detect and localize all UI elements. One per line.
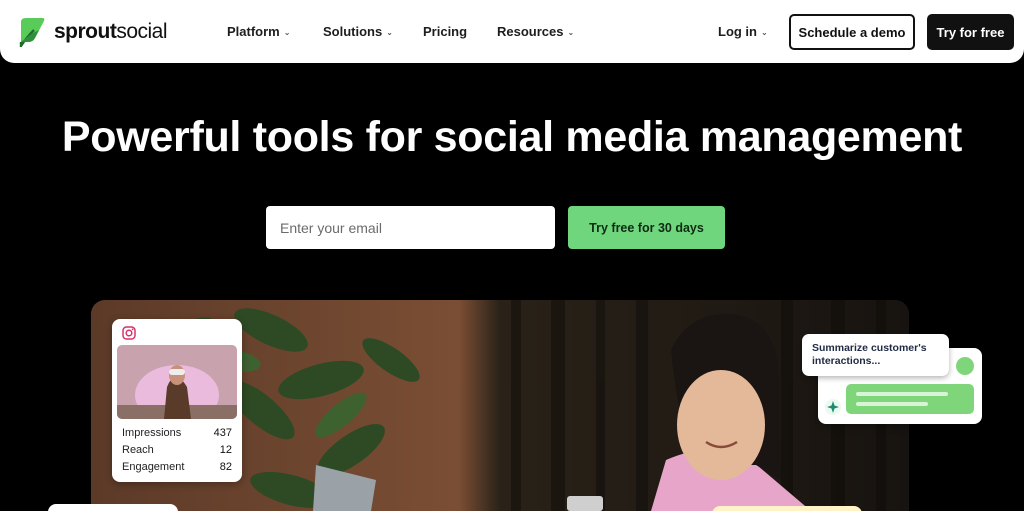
schedule-demo-button[interactable]: Schedule a demo (789, 14, 915, 50)
bottom-card-edge (48, 504, 178, 511)
nav-resources[interactable]: Resources ⌄ (497, 24, 574, 39)
bottom-card-edge (712, 506, 862, 511)
nav-platform-label: Platform (227, 24, 280, 39)
try-free-30-days-button[interactable]: Try free for 30 days (568, 206, 725, 249)
try-for-free-button[interactable]: Try for free (927, 14, 1014, 50)
stat-value: 437 (213, 427, 232, 439)
login-label: Log in (718, 24, 757, 39)
ai-prompt-bubble: Summarize customer's interactions... (802, 334, 949, 376)
nav-resources-label: Resources (497, 24, 564, 39)
nav-solutions-label: Solutions (323, 24, 383, 39)
email-input[interactable] (266, 206, 555, 249)
instagram-post-card: Impressions 437 Reach 12 Engagement 82 (112, 319, 242, 482)
stat-value: 12 (219, 444, 232, 456)
stat-impressions: Impressions 437 (122, 427, 232, 439)
stat-label: Reach (122, 444, 154, 456)
stat-value: 82 (219, 461, 232, 473)
login-link[interactable]: Log in ⌄ (718, 24, 768, 39)
chevron-down-icon: ⌄ (567, 27, 575, 37)
stat-reach: Reach 12 (122, 444, 232, 456)
top-navbar: sproutsocial Platform ⌄ Solutions ⌄ Pric… (0, 0, 1024, 63)
sprout-leaf-icon (19, 18, 45, 47)
nav-solutions[interactable]: Solutions ⌄ (323, 24, 393, 39)
stat-engagement: Engagement 82 (122, 461, 232, 473)
sprout-social-logo[interactable]: sproutsocial (18, 16, 168, 47)
nav-pricing-label: Pricing (423, 24, 468, 39)
nav-platform[interactable]: Platform ⌄ (227, 24, 290, 39)
chevron-down-icon: ⌄ (761, 27, 768, 37)
brand-name: sproutsocial (54, 19, 168, 43)
stat-label: Engagement (122, 461, 185, 473)
instagram-icon (122, 326, 136, 340)
hero-title: Powerful tools for social media manageme… (61, 113, 963, 161)
post-image-illustration (117, 345, 237, 419)
chevron-down-icon: ⌄ (283, 27, 291, 37)
chevron-down-icon: ⌄ (386, 27, 393, 37)
stat-label: Impressions (122, 427, 182, 439)
nav-pricing[interactable]: Pricing (423, 24, 467, 39)
post-image (117, 345, 237, 419)
